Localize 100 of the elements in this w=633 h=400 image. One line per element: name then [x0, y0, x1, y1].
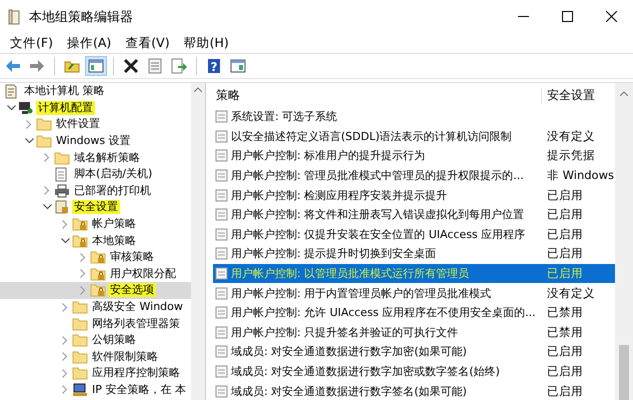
policy-icon	[215, 130, 228, 143]
security-setting: 已启用	[547, 188, 583, 202]
policy-row[interactable]: 用户帐户控制: 标准用户的提升提示行为 提示凭据	[213, 146, 615, 166]
policy-row[interactable]: 用户帐户控制: 仅提升安装在安全位置的 UIAccess 应用程序 已启用	[213, 224, 615, 244]
policy-icon	[215, 326, 228, 339]
column-header[interactable]: 策略	[213, 86, 541, 104]
tree-item[interactable]: 软件限制策略	[0, 348, 191, 366]
policy-row[interactable]: 域成员: 对安全通道数据进行数字加密或数字签名(始终) 已启用	[213, 362, 615, 382]
tree-item[interactable]: 公钥策略	[0, 332, 191, 348]
chevron-down-icon[interactable]	[60, 238, 70, 244]
tree-item-label: Windows 设置	[55, 134, 132, 148]
tree-item[interactable]: IP 安全策略，在 本	[0, 382, 191, 398]
tree-item[interactable]: 审核策略	[0, 248, 191, 266]
security-setting: 已启用	[547, 384, 583, 398]
chevron-down-icon[interactable]	[24, 138, 34, 144]
policy-icon	[215, 228, 228, 241]
policy-icon	[215, 247, 228, 260]
tree-item[interactable]: 安全设置	[0, 199, 191, 216]
policy-icon	[215, 306, 228, 320]
tree-item[interactable]: 本地计算机 策略	[0, 83, 191, 100]
tree-item[interactable]: 已部署的打印机	[0, 182, 191, 200]
policy-row[interactable]: 用户帐户控制: 用于内置管理员帐户的管理员批准模式 没有定义	[213, 283, 615, 303]
chevron-right-icon[interactable]	[44, 186, 50, 196]
policy-row[interactable]: 用户帐户控制: 提示提升时切换到安全桌面 已启用	[213, 244, 615, 264]
tree-item[interactable]: 本地策略	[0, 232, 191, 249]
chevron-down-icon[interactable]	[42, 204, 52, 210]
script-icon	[54, 166, 68, 182]
menu-item[interactable]: 帮助(H)	[176, 34, 236, 52]
policy-name: 用户帐户控制: 标准用户的提升提示行为	[231, 148, 426, 164]
policy-row[interactable]: 用户帐户控制: 允许 UIAccess 应用程序在不使用安全桌面的... 已禁用	[213, 302, 615, 323]
policy-icon	[215, 169, 228, 182]
tree-item-label: 域名解析策略	[73, 150, 141, 165]
folder-icon	[72, 366, 88, 380]
chevron-right-icon[interactable]	[44, 153, 50, 162]
scrollbar[interactable]	[615, 83, 633, 400]
chevron-right-icon[interactable]	[62, 302, 68, 312]
policy-name: 用户帐户控制: 提示提升时切换到安全桌面	[231, 246, 436, 262]
policy-row[interactable]: 域成员: 对安全通道数据进行数字签名(如果可能) 已启用	[213, 381, 615, 400]
chevron-right-icon[interactable]	[26, 120, 32, 129]
policy-icon	[215, 208, 228, 222]
tree-item-label: 应用程序控制策略	[91, 366, 181, 380]
app-icon	[8, 8, 22, 24]
policy-icon	[215, 286, 228, 300]
policy-row[interactable]: 用户帐户控制: 检测应用程序安装并提示提升 已启用	[213, 185, 615, 205]
policy-row[interactable]: 用户帐户控制: 将文件和注册表写入错误虚拟化到每用户位置 已启用	[213, 204, 615, 225]
tree-item[interactable]: 网络列表管理器策	[0, 315, 191, 332]
scrollbar[interactable]	[191, 83, 205, 400]
tree-item[interactable]: 软件设置	[0, 116, 191, 133]
chevron-right-icon[interactable]	[62, 336, 68, 345]
policy-row[interactable]: 用户帐户控制: 只提升签名并验证的可执行文件 已禁用	[213, 322, 615, 342]
menu-item[interactable]: 查看(V)	[118, 34, 177, 52]
scrollbar-thumb[interactable]	[619, 345, 629, 400]
policy-name: 域成员: 对安全通道数据进行数字加密或数字签名(始终)	[231, 364, 500, 380]
policy-icon	[215, 188, 228, 202]
chevron-down-icon[interactable]	[6, 104, 16, 111]
document-icon	[4, 84, 18, 99]
chevron-right-icon[interactable]	[62, 220, 68, 229]
policy-row[interactable]: 用户帐户控制: 以管理员批准模式运行所有管理员 已启用	[213, 264, 615, 284]
tree-item[interactable]: 计算机配置	[0, 100, 191, 116]
toolbar-button[interactable]	[85, 56, 107, 76]
chevron-right-icon[interactable]	[80, 252, 86, 262]
security-setting: 没有定义	[547, 128, 595, 143]
tree-item-label: 本地计算机 策略	[23, 84, 106, 98]
security-setting: 已启用	[547, 226, 583, 241]
chevron-right-icon[interactable]	[80, 286, 86, 295]
tree-item[interactable]: Windows 设置	[0, 132, 191, 150]
tree-item[interactable]: 用户权限分配	[0, 266, 191, 282]
security-setting: 已启用	[547, 266, 583, 280]
chevron-right-icon[interactable]	[62, 368, 68, 378]
chevron-right-icon[interactable]	[62, 385, 68, 394]
printer-icon	[54, 184, 70, 198]
tree-item[interactable]: 应用程序控制策略	[0, 365, 191, 382]
menu-item[interactable]: 文件(F)	[3, 34, 60, 52]
tree-item-label: 帐户策略	[91, 217, 137, 232]
tree-item[interactable]: 脚本(启动/关机)	[0, 166, 191, 183]
minimize-icon	[518, 16, 528, 17]
tree-item[interactable]: 帐户策略	[0, 216, 191, 232]
policy-name: 用户帐户控制: 允许 UIAccess 应用程序在不使用安全桌面的...	[231, 305, 536, 320]
policy-row[interactable]: 以安全描述符定义语言(SDDL)语法表示的计算机访问限制 没有定义	[213, 126, 615, 146]
policy-name: 域成员: 对安全通道数据进行数字签名(如果可能)	[231, 384, 467, 399]
security-setting: 非 Windows	[547, 168, 614, 182]
scroll-up-icon	[194, 87, 202, 92]
menu-item[interactable]: 操作(A)	[60, 34, 118, 52]
tree-item[interactable]: 安全选项	[0, 282, 191, 299]
tree-item[interactable]: 高级安全 Window	[0, 298, 191, 316]
locked-folder-icon	[90, 250, 106, 264]
folder-icon	[72, 350, 88, 364]
maximize-icon	[562, 11, 572, 22]
policy-row[interactable]: 用户帐户控制: 管理员批准模式中管理员的提升权限提示的... 非 Windows	[213, 166, 615, 186]
tree-item-label: 公钥策略	[91, 333, 137, 348]
tree-item-label: 软件限制策略	[91, 350, 159, 364]
chevron-right-icon[interactable]	[80, 269, 86, 278]
tree-item-label: 用户权限分配	[109, 266, 177, 281]
chevron-right-icon[interactable]	[62, 352, 68, 362]
policy-icon	[215, 384, 228, 398]
delete-icon	[123, 58, 139, 74]
tree-item[interactable]: 域名解析策略	[0, 149, 191, 166]
policy-name: 以安全描述符定义语言(SDDL)语法表示的计算机访问限制	[231, 128, 512, 144]
policy-row[interactable]: 系统设置: 可选子系统	[213, 107, 615, 127]
policy-row[interactable]: 域成员: 对安全通道数据进行数字加密(如果可能) 已启用	[213, 342, 615, 362]
